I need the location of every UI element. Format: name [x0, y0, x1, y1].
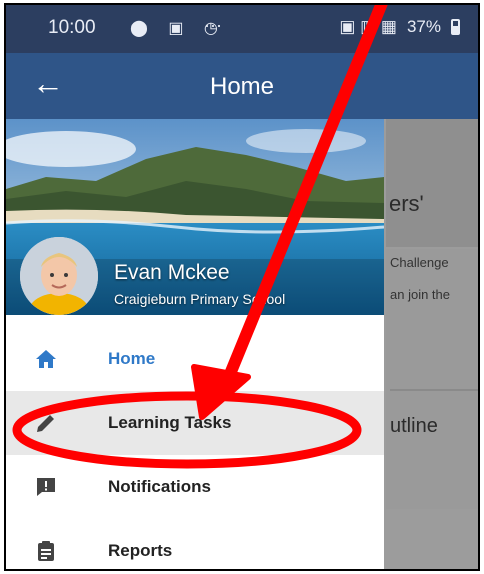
background-heading: utline	[390, 415, 438, 437]
drawer-header: Evan Mckee Craigieburn Primary School	[6, 119, 384, 315]
profile-school: Craigieburn Primary School	[114, 291, 286, 307]
menu-item-label: Notifications	[108, 477, 211, 496]
pencil-icon	[32, 409, 60, 437]
battery-icon	[451, 19, 460, 35]
background-card	[386, 119, 478, 247]
status-time: 10:00	[48, 17, 96, 38]
battery-percent: 37%	[406, 17, 441, 36]
menu-item-label: Home	[108, 349, 156, 368]
navigation-drawer: Evan Mckee Craigieburn Primary School Ho…	[6, 119, 384, 569]
background-divider	[390, 389, 478, 391]
clipboard-icon	[32, 537, 60, 565]
page-title: Home	[209, 73, 275, 100]
background-text-line: an join the	[390, 287, 450, 302]
background-heading: ers'	[389, 191, 424, 216]
menu-item-reports[interactable]: Reports	[6, 519, 384, 569]
menu-item-home[interactable]: Home	[6, 327, 384, 391]
screenshot-frame: 10:00 ⬤ ▣ ◷ ··· ▣ ▥ ▦ 37% ← Home ers' Ch…	[4, 3, 480, 571]
avatar[interactable]	[20, 237, 98, 315]
profile-name: Evan Mckee	[114, 261, 230, 284]
home-icon	[32, 345, 60, 373]
avatar-image	[20, 237, 98, 315]
status-right: ▣ ▥ ▦ 37%	[339, 17, 460, 37]
app-bar: ← Home	[6, 53, 478, 119]
notification-icon	[32, 473, 60, 501]
status-bar: 10:00 ⬤ ▣ ◷ ··· ▣ ▥ ▦ 37%	[6, 5, 478, 53]
menu-item-label: Learning Tasks	[108, 413, 232, 432]
signal-icons: ▣ ▥ ▦	[339, 17, 397, 36]
menu-item-learning-tasks[interactable]: Learning Tasks	[6, 391, 384, 455]
menu-item-notifications[interactable]: Notifications	[6, 455, 384, 519]
drawer-menu: Home Learning Tasks Notifications Report…	[6, 327, 384, 569]
more-notifications-icon: ···	[204, 15, 222, 35]
background-text-line: Challenge	[390, 255, 449, 270]
menu-item-label: Reports	[108, 541, 173, 560]
